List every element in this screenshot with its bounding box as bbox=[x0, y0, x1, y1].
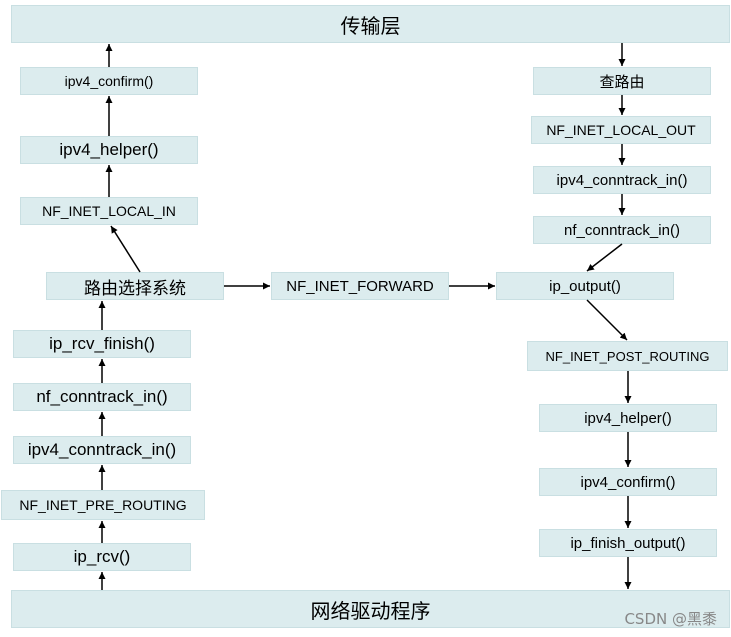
watermark: CSDN @黑黍 bbox=[624, 610, 717, 628]
arrow-routing-to-local-in bbox=[110, 225, 141, 273]
arrow-nf-conntrack-in-to-ip-output bbox=[586, 243, 623, 272]
flow-arrows bbox=[98, 43, 632, 590]
arrow-ip-output-to-post-routing bbox=[586, 299, 628, 341]
